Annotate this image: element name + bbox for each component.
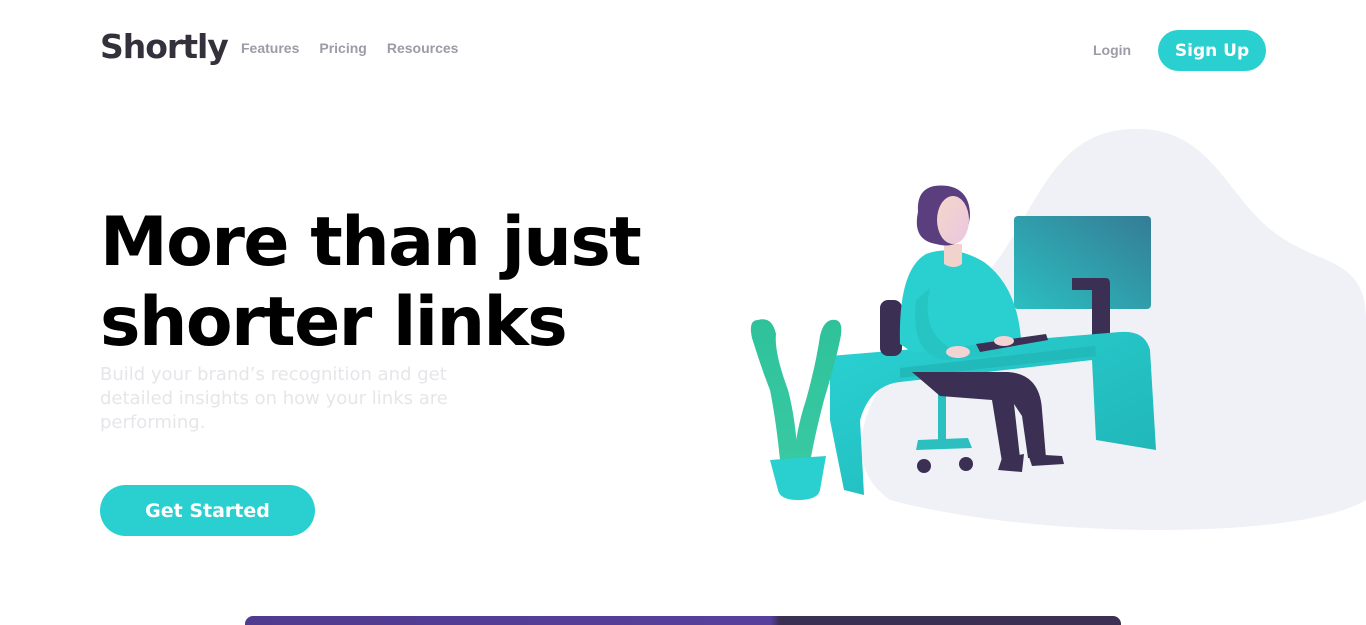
monitor-screen [1014,216,1151,309]
logo[interactable]: Shortly [100,27,229,67]
nav-link-features[interactable]: Features [241,40,299,56]
nav-link-pricing[interactable]: Pricing [319,40,366,56]
hand-left [946,346,970,358]
chair-wheel-right [959,457,973,471]
shorten-form-band [245,616,1121,625]
hero-headline-line-2: shorter links [100,283,568,362]
hand-right [994,336,1014,346]
hero-headline-line-1: More than just [100,203,642,282]
plant-leaf-left [750,319,798,462]
chair-base [916,438,972,450]
plant-pot [770,456,826,500]
person-working-illustration [750,128,1366,530]
person-neck [944,244,962,267]
person-face [937,196,969,244]
hero-headline: More than just shorter links [100,203,720,363]
login-link[interactable]: Login [1093,42,1131,58]
chair-back [880,300,902,356]
nav-link-resources[interactable]: Resources [387,40,459,56]
chair-wheel-left [917,459,931,473]
signup-button[interactable]: Sign Up [1158,30,1266,71]
main-nav: Features Pricing Resources [241,40,458,56]
hero-subtext: Build your brand’s recognition and get d… [100,364,448,433]
landing-page: Shortly Features Pricing Resources Login… [0,0,1366,625]
get-started-button[interactable]: Get Started [100,485,315,536]
